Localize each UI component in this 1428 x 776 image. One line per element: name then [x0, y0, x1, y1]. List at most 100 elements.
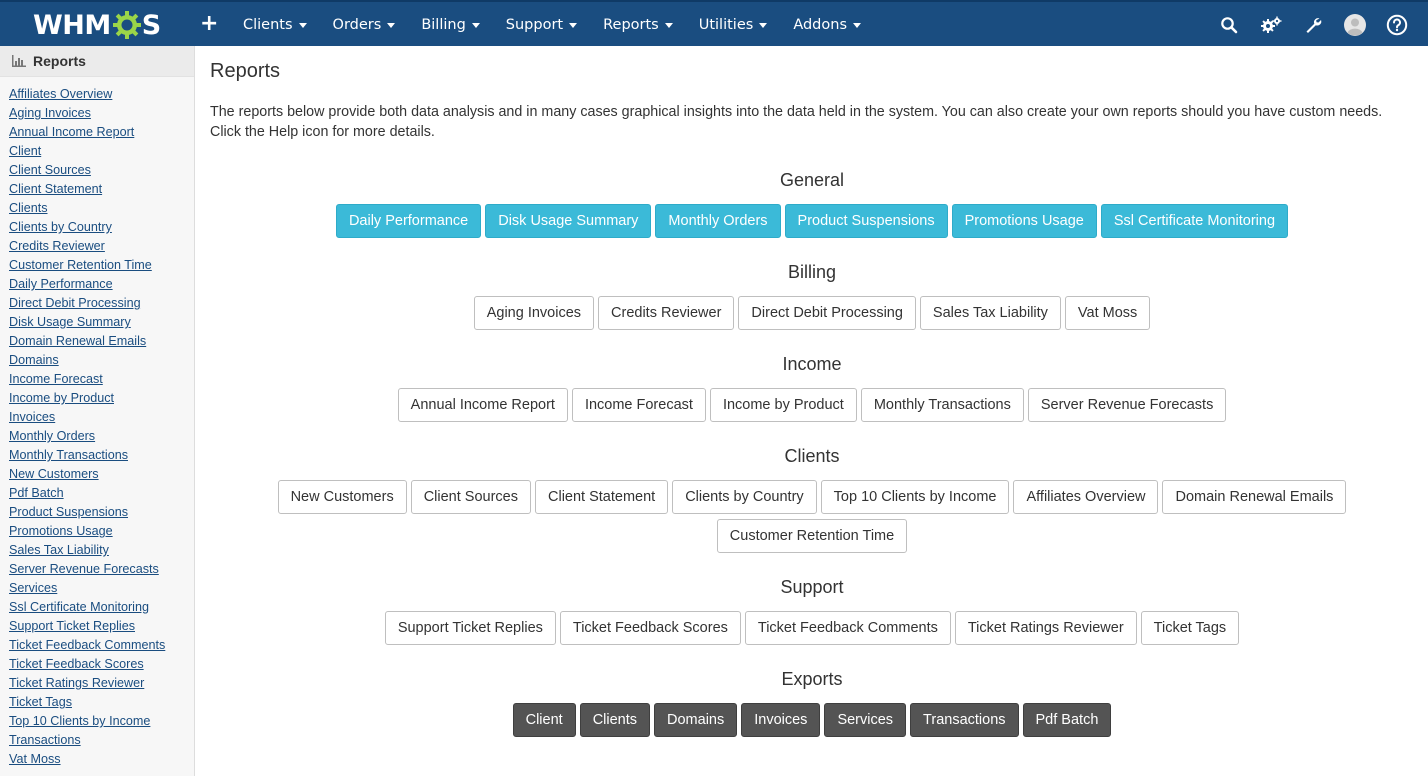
report-button-server-revenue-forecasts[interactable]: Server Revenue Forecasts — [1027, 388, 1227, 422]
report-button-top-10-clients-by-income[interactable]: Top 10 Clients by Income — [820, 480, 1010, 514]
sidebar-link[interactable]: Clients by Country — [9, 220, 112, 234]
menu-clients[interactable]: Clients — [230, 2, 320, 48]
wrench-icon[interactable] — [1292, 2, 1334, 48]
sidebar-link[interactable]: Ticket Tags — [9, 695, 72, 709]
sidebar-link[interactable]: Server Revenue Forecasts — [9, 562, 159, 576]
sidebar-link[interactable]: Customer Retention Time — [9, 258, 152, 272]
export-button-domains[interactable]: Domains — [654, 703, 738, 737]
sidebar-item: Aging Invoices — [9, 102, 194, 121]
report-button-monthly-orders[interactable]: Monthly Orders — [655, 204, 781, 238]
section-heading: General — [779, 170, 845, 190]
sidebar-link[interactable]: Services — [9, 581, 57, 595]
button-row: Client Clients Domains Invoices Services… — [210, 703, 1414, 737]
sidebar-link[interactable]: Disk Usage Summary — [9, 315, 131, 329]
sidebar-link[interactable]: Credits Reviewer — [9, 239, 105, 253]
menu-billing[interactable]: Billing — [408, 2, 492, 48]
report-button-promotions-usage[interactable]: Promotions Usage — [951, 204, 1097, 238]
sidebar-link[interactable]: Income Forecast — [9, 372, 103, 386]
report-button-income-forecast[interactable]: Income Forecast — [571, 388, 706, 422]
sidebar-link[interactable]: Pdf Batch — [9, 486, 64, 500]
menu-utilities[interactable]: Utilities — [686, 2, 781, 48]
sidebar-link[interactable]: Invoices — [9, 410, 55, 424]
report-button-ticket-feedback-comments[interactable]: Ticket Feedback Comments — [744, 611, 951, 645]
report-button-client-statement[interactable]: Client Statement — [535, 480, 669, 514]
report-button-product-suspensions[interactable]: Product Suspensions — [784, 204, 948, 238]
report-button-support-ticket-replies[interactable]: Support Ticket Replies — [384, 611, 556, 645]
sidebar-item: Server Revenue Forecasts — [9, 558, 194, 577]
sidebar-item: Daily Performance — [9, 273, 194, 292]
sidebar-link[interactable]: Client Statement — [9, 182, 102, 196]
sidebar-item: Ticket Tags — [9, 691, 194, 710]
sidebar-link[interactable]: Ssl Certificate Monitoring — [9, 600, 149, 614]
sidebar-link[interactable]: Sales Tax Liability — [9, 543, 109, 557]
report-button-clients-by-country[interactable]: Clients by Country — [672, 480, 817, 514]
section-heading: Clients — [784, 446, 840, 466]
menu-support[interactable]: Support — [493, 2, 590, 48]
export-button-transactions[interactable]: Transactions — [910, 703, 1019, 737]
sidebar-link[interactable]: Client Sources — [9, 163, 91, 177]
report-button-ticket-feedback-scores[interactable]: Ticket Feedback Scores — [559, 611, 741, 645]
sidebar-item: Ticket Feedback Comments — [9, 634, 194, 653]
report-button-aging-invoices[interactable]: Aging Invoices — [473, 296, 595, 330]
report-button-domain-renewal-emails[interactable]: Domain Renewal Emails — [1162, 480, 1347, 514]
user-avatar-icon[interactable] — [1334, 2, 1376, 48]
report-button-ticket-tags[interactable]: Ticket Tags — [1140, 611, 1240, 645]
report-button-disk-usage-summary[interactable]: Disk Usage Summary — [485, 204, 652, 238]
sidebar-link[interactable]: Ticket Feedback Comments — [9, 638, 165, 652]
export-button-invoices[interactable]: Invoices — [741, 703, 821, 737]
sidebar-link[interactable]: Income by Product — [9, 391, 114, 405]
logo-text-right: S — [141, 9, 161, 41]
report-button-ticket-ratings-reviewer[interactable]: Ticket Ratings Reviewer — [954, 611, 1137, 645]
help-icon[interactable] — [1376, 2, 1418, 48]
sidebar-link[interactable]: Promotions Usage — [9, 524, 113, 538]
sidebar-link[interactable]: Daily Performance — [9, 277, 113, 291]
sidebar-item: Monthly Transactions — [9, 444, 194, 463]
search-icon[interactable] — [1208, 2, 1250, 48]
export-button-pdf-batch[interactable]: Pdf Batch — [1022, 703, 1112, 737]
sidebar-link[interactable]: New Customers — [9, 467, 99, 481]
report-button-customer-retention-time[interactable]: Customer Retention Time — [716, 519, 908, 553]
report-button-income-by-product[interactable]: Income by Product — [709, 388, 857, 422]
report-button-credits-reviewer[interactable]: Credits Reviewer — [598, 296, 735, 330]
sidebar-link[interactable]: Direct Debit Processing — [9, 296, 141, 310]
whmcs-logo[interactable]: WHM S — [33, 8, 161, 42]
sidebar-link[interactable]: Clients — [9, 201, 48, 215]
sidebar-link[interactable]: Annual Income Report — [9, 125, 134, 139]
sidebar-link[interactable]: Monthly Orders — [9, 429, 95, 443]
sidebar-link[interactable]: Domain Renewal Emails — [9, 334, 146, 348]
cogs-icon[interactable] — [1250, 2, 1292, 48]
report-button-vat-moss[interactable]: Vat Moss — [1064, 296, 1151, 330]
sidebar-item: Income by Product — [9, 387, 194, 406]
sidebar-link[interactable]: Support Ticket Replies — [9, 619, 135, 633]
report-button-ssl-certificate-monitoring[interactable]: Ssl Certificate Monitoring — [1100, 204, 1289, 238]
report-button-annual-income-report[interactable]: Annual Income Report — [397, 388, 568, 422]
report-button-direct-debit-processing[interactable]: Direct Debit Processing — [738, 296, 916, 330]
sidebar-link[interactable]: Product Suspensions — [9, 505, 128, 519]
sidebar-item: Direct Debit Processing — [9, 292, 194, 311]
menu-reports[interactable]: Reports — [590, 2, 686, 48]
menu-orders[interactable]: Orders — [320, 2, 409, 48]
report-button-new-customers[interactable]: New Customers — [277, 480, 407, 514]
sidebar-link[interactable]: Transactions — [9, 733, 81, 747]
sidebar-link[interactable]: Top 10 Clients by Income — [9, 714, 150, 728]
sidebar-link[interactable]: Affiliates Overview — [9, 87, 112, 101]
button-row: Support Ticket Replies Ticket Feedback S… — [210, 611, 1414, 645]
sidebar-link[interactable]: Ticket Ratings Reviewer — [9, 676, 144, 690]
sidebar-link[interactable]: Aging Invoices — [9, 106, 91, 120]
add-new-button[interactable]: + — [200, 11, 218, 37]
sidebar-link[interactable]: Monthly Transactions — [9, 448, 128, 462]
report-button-affiliates-overview[interactable]: Affiliates Overview — [1013, 480, 1159, 514]
report-button-monthly-transactions[interactable]: Monthly Transactions — [860, 388, 1024, 422]
export-button-client[interactable]: Client — [512, 703, 576, 737]
report-button-sales-tax-liability[interactable]: Sales Tax Liability — [919, 296, 1061, 330]
report-button-client-sources[interactable]: Client Sources — [410, 480, 531, 514]
export-button-clients[interactable]: Clients — [579, 703, 651, 737]
export-button-services[interactable]: Services — [824, 703, 907, 737]
menu-addons[interactable]: Addons — [780, 2, 874, 48]
report-button-daily-performance[interactable]: Daily Performance — [335, 204, 482, 238]
sidebar-link[interactable]: Client — [9, 144, 41, 158]
menu-label: Billing — [421, 17, 466, 33]
sidebar-link[interactable]: Domains — [9, 353, 59, 367]
sidebar-link[interactable]: Vat Moss — [9, 752, 61, 766]
sidebar-link[interactable]: Ticket Feedback Scores — [9, 657, 144, 671]
